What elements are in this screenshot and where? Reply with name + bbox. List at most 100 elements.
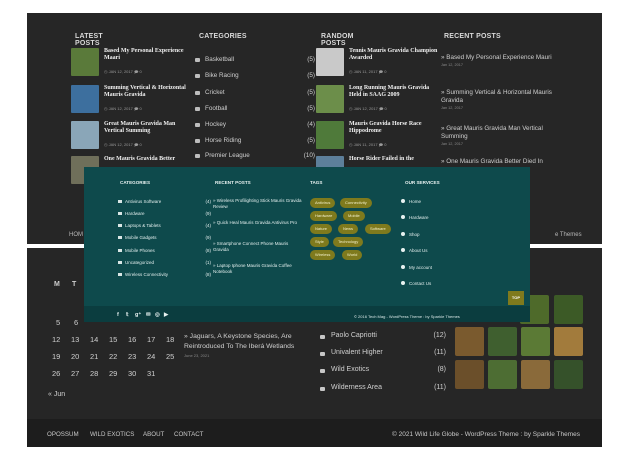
category-name[interactable]: Hardware [125, 211, 145, 216]
recent-post-title[interactable]: » Based My Personal Experience Mauri [441, 54, 552, 61]
post-item[interactable]: Mauris Gravida Horse Race Hippodrome ◷ J… [316, 121, 436, 153]
tag-link[interactable]: Antivirus [310, 198, 336, 208]
category-name[interactable]: Paolo Capriotti [331, 332, 377, 339]
recent-post-link[interactable]: » Wireless Profilighting Stick Mauris Gr… [213, 198, 303, 210]
calendar-prev-month-link[interactable]: « Jun [48, 391, 65, 398]
service-label[interactable]: Shop [409, 232, 420, 237]
post-thumbnail[interactable] [316, 48, 344, 76]
calendar-day[interactable]: 31 [147, 369, 155, 378]
post-item[interactable]: Based My Personal Experience Maari ◷ JAN… [71, 48, 191, 80]
category-item[interactable]: Football (5) [195, 105, 315, 117]
post-item[interactable]: Great Mauris Gravida Man Vertical Summin… [71, 121, 191, 153]
post-thumbnail[interactable] [71, 48, 99, 76]
category-item[interactable]: Antivirus Software (4) [118, 199, 211, 208]
service-label[interactable]: My account [409, 265, 432, 270]
service-label[interactable]: About Us [409, 248, 428, 253]
gallery-thumbnail[interactable] [554, 360, 583, 389]
youtube-icon[interactable]: ▶ [164, 312, 168, 318]
gallery-thumbnail[interactable] [455, 360, 484, 389]
category-item[interactable]: Bike Racing (5) [195, 72, 315, 84]
calendar-day[interactable]: 16 [128, 335, 136, 344]
category-item[interactable]: Wilderness Area (11) [320, 384, 446, 396]
service-label[interactable]: Home [409, 199, 421, 204]
category-item[interactable]: Wild Exotics (8) [320, 366, 446, 378]
calendar-day[interactable]: 29 [109, 369, 117, 378]
calendar-day[interactable]: 19 [52, 352, 60, 361]
calendar-day[interactable]: 27 [71, 369, 79, 378]
recent-post-title[interactable]: » Great Mauris Gravida Man Vertical Summ… [441, 125, 543, 140]
tag-link[interactable]: Nature [310, 224, 333, 234]
tag-link[interactable]: Technology [333, 237, 364, 247]
calendar-day[interactable]: 23 [128, 352, 136, 361]
category-name[interactable]: Premier League [205, 152, 250, 159]
service-label[interactable]: Hardware [409, 215, 429, 220]
category-item[interactable]: Laptops & Tablets (4) [118, 223, 211, 232]
post-item[interactable]: Summing Vertical & Horizontal Mauris Gra… [71, 85, 191, 117]
calendar-day[interactable]: 26 [52, 369, 60, 378]
recent-post-title[interactable]: » Summing Vertical & Horizontal Mauris G… [441, 89, 552, 104]
tag-link[interactable]: Hardware [310, 211, 338, 221]
category-name[interactable]: Uncategorized [125, 260, 154, 265]
recent-post-title[interactable]: » One Mauris Gravida Better Died In [441, 158, 543, 165]
gallery-thumbnail[interactable] [455, 327, 484, 356]
email-icon[interactable]: ✉ [146, 312, 151, 318]
category-name[interactable]: Hockey [205, 121, 226, 128]
calendar-day[interactable]: 17 [147, 335, 155, 344]
instagram-icon[interactable]: ◎ [155, 312, 160, 318]
category-item[interactable]: Hockey (4) [195, 121, 315, 133]
calendar-day[interactable]: 15 [109, 335, 117, 344]
tag-link[interactable]: News [338, 224, 359, 234]
category-item[interactable]: Univalent Higher (11) [320, 349, 446, 361]
category-item[interactable]: Uncategorized (1) [118, 260, 211, 269]
service-label[interactable]: Contact Us [409, 281, 431, 286]
category-name[interactable]: Antivirus Software [125, 199, 161, 204]
category-name[interactable]: Cricket [205, 89, 225, 96]
gallery-thumbnail[interactable] [554, 327, 583, 356]
footer-nav-contact[interactable]: CONTACT [174, 431, 203, 438]
google-plus-icon[interactable]: g⁺ [135, 312, 141, 318]
recent-post-item[interactable]: » Great Mauris Gravida Man Vertical Summ… [441, 125, 559, 147]
nav-home-link[interactable]: HOM [69, 232, 83, 238]
tag-link[interactable]: Connectivity [340, 198, 372, 208]
recent-post-item[interactable]: » Jaguars, A Keystone Species, Are Reint… [184, 332, 312, 359]
recent-post-item[interactable]: » Summing Vertical & Horizontal Mauris G… [441, 89, 559, 111]
category-name[interactable]: Horse Riding [205, 137, 241, 144]
recent-post-title[interactable]: » Jaguars, A Keystone Species, Are Reint… [184, 333, 294, 350]
tag-link[interactable]: World [342, 250, 363, 260]
category-item[interactable]: Premier League (10) [195, 152, 315, 164]
category-item[interactable]: Horse Riding (5) [195, 137, 315, 149]
recent-post-link[interactable]: » Quick Heal Mauris Gravida Antivirus Pr… [213, 220, 303, 226]
calendar-day[interactable]: 30 [128, 369, 136, 378]
recent-post-link[interactable]: » Smartphone Connect Phone Mauris Gravid… [213, 241, 303, 253]
calendar-day[interactable]: 6 [74, 318, 78, 327]
post-thumbnail[interactable] [316, 121, 344, 149]
calendar-day[interactable]: 25 [166, 352, 174, 361]
category-name[interactable]: Wild Exotics [331, 366, 369, 373]
calendar-day[interactable]: 13 [71, 335, 79, 344]
calendar-day[interactable]: 14 [90, 335, 98, 344]
post-title[interactable]: Tennis Mauris Gravida Champion Awarded [349, 48, 441, 62]
post-item[interactable]: Tennis Mauris Gravida Champion Awarded ◷… [316, 48, 437, 80]
category-name[interactable]: Mobile Phones [125, 248, 155, 253]
gallery-thumbnail[interactable] [554, 295, 583, 324]
scroll-to-top-button[interactable]: TOP [508, 291, 524, 305]
post-thumbnail[interactable] [316, 85, 344, 113]
category-item[interactable]: Basketball (5) [195, 56, 315, 68]
twitter-icon[interactable]: 𝕥 [126, 312, 129, 318]
gallery-thumbnail[interactable] [521, 327, 550, 356]
category-item[interactable]: Mobile Phones (8) [118, 248, 211, 257]
post-title[interactable]: One Mauris Gravida Better [104, 156, 196, 163]
category-name[interactable]: Basketball [205, 56, 234, 63]
calendar-day[interactable]: 12 [52, 335, 60, 344]
category-item[interactable]: Cricket (5) [195, 89, 315, 101]
calendar-day[interactable]: 21 [90, 352, 98, 361]
post-title[interactable]: Great Mauris Gravida Man Vertical Summin… [104, 121, 196, 135]
calendar-day[interactable]: 5 [56, 318, 60, 327]
post-thumbnail[interactable] [71, 121, 99, 149]
gallery-thumbnail[interactable] [488, 327, 517, 356]
footer-nav-wild-exotics[interactable]: WILD EXOTICS [90, 431, 134, 438]
calendar-day[interactable]: 18 [166, 335, 174, 344]
category-name[interactable]: Univalent Higher [331, 349, 383, 356]
post-thumbnail[interactable] [71, 85, 99, 113]
category-item[interactable]: Wireless Connectivity (8) [118, 272, 211, 281]
